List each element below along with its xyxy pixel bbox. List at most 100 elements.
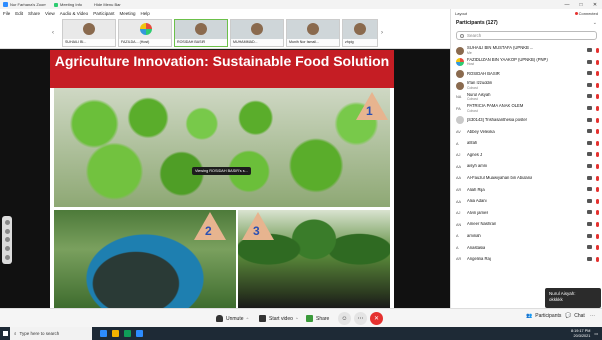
task-view-icon[interactable]: [100, 330, 107, 337]
participant-row[interactable]: AR Angelina Raj: [451, 254, 602, 266]
participant-row[interactable]: A Anastasia: [451, 242, 602, 254]
tool-icon[interactable]: [4, 237, 10, 243]
participant-name-block: Al-Fauzul Muawiyahan bin Abulana: [467, 176, 532, 181]
clock[interactable]: 8:19:17 PM 20/3/2021: [571, 329, 590, 338]
participant-row[interactable]: [S30143] Trishasanthesia poster: [451, 115, 602, 127]
chevron-down-icon[interactable]: ⌄: [593, 20, 597, 26]
participant-name: Alvin james: [467, 210, 489, 215]
participant-row[interactable]: AA Al-Fauzul Muawiyahan bin Abulana: [451, 173, 602, 185]
participants-button[interactable]: 👥 Participants: [526, 313, 561, 319]
participant-row[interactable]: AJ Agnes J: [451, 149, 602, 161]
taskbar-search-input[interactable]: ⌕ Type here to search: [10, 327, 92, 340]
reactions-button[interactable]: ☺: [338, 312, 351, 325]
participant-status-icons: [587, 117, 599, 123]
menu-file[interactable]: File: [3, 11, 10, 16]
menu-edit[interactable]: Edit: [15, 11, 23, 16]
participant-row[interactable]: FAZIDLIZAN BIN YAAKOP (UPNKB) (PNP) Host: [451, 57, 602, 69]
chevron-up-icon[interactable]: ^: [247, 316, 249, 321]
participant-name: Ameer Nashran: [467, 222, 497, 227]
participant-name: aisyh amni: [467, 164, 488, 169]
participant-name-block: PATRICIA PAMA ANAK OLEM Cohost: [467, 104, 523, 113]
avatar: [251, 23, 263, 35]
file-explorer-icon[interactable]: [112, 330, 119, 337]
zoom-taskbar-icon[interactable]: [136, 330, 143, 337]
participant-row[interactable]: ROSIDAH BASIR: [451, 68, 602, 80]
chat-button[interactable]: 💬 Chat: [565, 313, 585, 319]
participant-name: FAZIDLIZAN BIN YAAKOP (UPNKB) (PNP): [467, 57, 548, 62]
start-button[interactable]: [0, 327, 10, 340]
participant-status-icons: [587, 82, 599, 88]
chevron-up-icon[interactable]: ^: [296, 316, 298, 321]
participant-row[interactable]: AR Aliah Rija: [451, 184, 602, 196]
participant-name-block: Alvin james: [467, 211, 488, 216]
chat-notification[interactable]: Nurul Aisyah: okkkkk: [545, 288, 601, 308]
start-video-button[interactable]: Start video ^: [259, 313, 298, 324]
participant-name-block: Aliah Rija: [467, 188, 485, 193]
participant-row[interactable]: Aafifah: [451, 138, 602, 150]
unmute-button[interactable]: Unmute ^: [216, 313, 248, 324]
chevron-right-icon[interactable]: ›: [381, 30, 383, 36]
thumbnail-munih[interactable]: Munih Nor Ismail...: [286, 19, 340, 47]
participant-status-icons: [587, 140, 599, 146]
viewing-share-tag[interactable]: Viewing ROSIDAH BASIR's s...: [192, 167, 251, 175]
more-button[interactable]: ⋯: [354, 312, 367, 325]
menu-help[interactable]: Help: [140, 11, 149, 16]
chat-bubble-icon: 💬: [565, 313, 572, 319]
muted-mic-icon: [596, 71, 599, 77]
participant-initials: AR: [456, 187, 462, 192]
camera-off-icon: [587, 187, 592, 192]
participant-row[interactable]: SUHAILI BIN MUSTAFA (UPNKB ... Me: [451, 45, 602, 57]
avatar: [140, 23, 152, 35]
more-options-icon[interactable]: ⋯: [590, 313, 595, 319]
thumbnail-suhaili[interactable]: SUHAILI BI...: [62, 19, 116, 47]
maximize-button[interactable]: □: [574, 2, 588, 8]
participant-row[interactable]: NA Nurul Aisyah Cohost: [451, 91, 602, 103]
menu-meeting[interactable]: Meeting: [119, 11, 135, 16]
participant-name: Al-Fauzul Muawiyahan bin Abulana: [467, 176, 533, 181]
participant-row[interactable]: Aaminah: [451, 231, 602, 243]
participant-name-block: Agnes J: [467, 153, 482, 158]
taskbar-apps: [100, 330, 143, 337]
menu-audio-video[interactable]: Audio & Video: [60, 11, 88, 16]
participant-row[interactable]: AJ Alvin james: [451, 207, 602, 219]
participant-row[interactable]: Irfan Izzuddin Cohost: [451, 80, 602, 92]
unmute-label: Unmute: [226, 315, 244, 322]
participant-search-input[interactable]: Search: [456, 31, 597, 40]
participant-row[interactable]: AN Ameer Nashran: [451, 219, 602, 231]
share-button[interactable]: Share: [306, 313, 329, 324]
muted-mic-icon: [596, 175, 599, 181]
tool-icon[interactable]: [4, 246, 10, 252]
camera-off-icon: [587, 105, 592, 110]
hide-menu-bar-button[interactable]: Hide Menu Bar: [94, 2, 121, 7]
close-window-button[interactable]: ✕: [588, 2, 602, 8]
participant-role: Cohost: [467, 85, 478, 90]
tool-icon[interactable]: [4, 219, 10, 225]
participant-row[interactable]: PA PATRICIA PAMA ANAK OLEM Cohost: [451, 103, 602, 115]
thumbnail-muhammad[interactable]: MUHAMMAD...: [230, 19, 284, 47]
participant-initials: AA: [456, 164, 462, 169]
menu-participant[interactable]: Participant: [93, 11, 114, 16]
chevron-left-icon[interactable]: ‹: [52, 30, 54, 36]
tool-icon[interactable]: [4, 228, 10, 234]
thumbnail-rosidah[interactable]: ROSIDAH BASIR: [174, 19, 228, 47]
menu-share[interactable]: Share: [28, 11, 40, 16]
participant-status-icons: [587, 163, 599, 169]
participant-row[interactable]: AV Abbey Velexka: [451, 126, 602, 138]
camera-off-icon: [587, 82, 592, 87]
meeting-info-button[interactable]: Meeting Info: [54, 2, 82, 7]
layout-button[interactable]: Layout: [455, 11, 467, 16]
thumbnail-zhpig[interactable]: zhpig: [342, 19, 378, 47]
participant-initials: A: [456, 141, 459, 146]
chrome-icon[interactable]: [124, 330, 131, 337]
participant-name-block: Anastasia: [467, 246, 485, 251]
minimize-button[interactable]: —: [560, 2, 574, 8]
participant-row[interactable]: AA aisyh amni: [451, 161, 602, 173]
thumbnail-fazilda[interactable]: FAZILDA... (Host): [118, 19, 172, 47]
menu-view[interactable]: View: [45, 11, 55, 16]
participant-name-block: aisyh amni: [467, 164, 487, 169]
participant-row[interactable]: AA Aliia Adani: [451, 196, 602, 208]
leave-button[interactable]: ✕: [370, 312, 383, 325]
tool-icon[interactable]: [4, 255, 10, 261]
notification-icon[interactable]: ▭: [594, 331, 598, 336]
camera-off-icon: [587, 140, 592, 145]
